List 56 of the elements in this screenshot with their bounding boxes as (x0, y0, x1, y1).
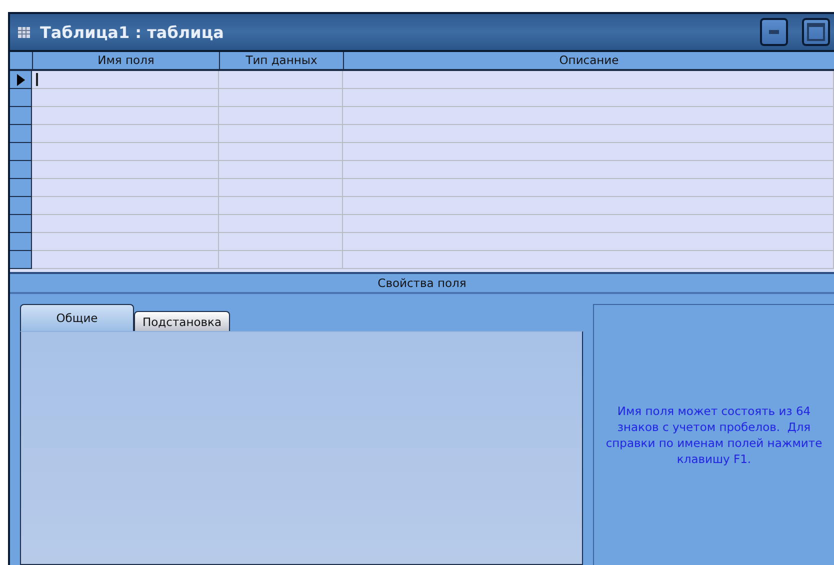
table-cell[interactable] (343, 89, 834, 107)
section-title: Свойства поля (10, 274, 834, 294)
table-cell[interactable] (219, 215, 343, 233)
table-cell[interactable] (32, 71, 219, 89)
table-cell[interactable] (343, 215, 834, 233)
table-cell[interactable] (32, 107, 219, 125)
table-cell[interactable] (32, 161, 219, 179)
table-cell[interactable] (32, 197, 219, 215)
row-selector[interactable] (10, 89, 32, 107)
maximize-icon (807, 23, 825, 41)
row-selector[interactable] (10, 107, 32, 125)
column-header[interactable]: Описание (343, 52, 834, 69)
table-cell[interactable] (219, 179, 343, 197)
text-cursor (36, 73, 38, 86)
row-selector[interactable] (10, 251, 32, 269)
window-title: Таблица1 : таблица (40, 22, 225, 42)
table-cell[interactable] (32, 215, 219, 233)
row-selector[interactable] (10, 143, 32, 161)
row-selector[interactable] (10, 71, 32, 89)
tab[interactable]: Общие (20, 304, 134, 331)
minimize-button[interactable] (760, 18, 788, 46)
help-text: Имя поля может состоять из 64 знаков с учетом пробелов. Для справки по именам полей нажмите клавишу F1. (604, 403, 824, 467)
row-selector[interactable] (10, 233, 32, 251)
table-cell[interactable] (343, 71, 834, 89)
row-selector[interactable] (10, 179, 32, 197)
table-cell[interactable] (219, 71, 343, 89)
row-selector[interactable] (10, 197, 32, 215)
minimize-icon (769, 30, 779, 34)
row-selector[interactable] (10, 215, 32, 233)
current-row-icon (16, 74, 24, 86)
table-cell[interactable] (343, 197, 834, 215)
row-selector[interactable] (10, 125, 32, 143)
table-cell[interactable] (219, 233, 343, 251)
table-cell[interactable] (219, 125, 343, 143)
table-cell[interactable] (32, 179, 219, 197)
table-cell[interactable] (219, 143, 343, 161)
table-cell[interactable] (32, 143, 219, 161)
tab[interactable]: Подстановка (134, 311, 230, 331)
table-cell[interactable] (219, 107, 343, 125)
column-header[interactable]: Тип данных (219, 52, 343, 69)
table-cell[interactable] (343, 125, 834, 143)
table-cell[interactable] (32, 233, 219, 251)
table-icon (18, 26, 30, 38)
table-cell[interactable] (343, 179, 834, 197)
maximize-button[interactable] (802, 18, 830, 46)
table-cell[interactable] (219, 161, 343, 179)
table-cell[interactable] (343, 107, 834, 125)
table-cell[interactable] (32, 125, 219, 143)
table-cell[interactable] (219, 197, 343, 215)
column-header[interactable]: Имя поля (32, 52, 219, 69)
row-selector[interactable] (10, 161, 32, 179)
table-cell[interactable] (219, 89, 343, 107)
table-cell[interactable] (343, 143, 834, 161)
table-cell[interactable] (32, 89, 219, 107)
table-cell[interactable] (343, 233, 834, 251)
table-cell[interactable] (343, 161, 834, 179)
